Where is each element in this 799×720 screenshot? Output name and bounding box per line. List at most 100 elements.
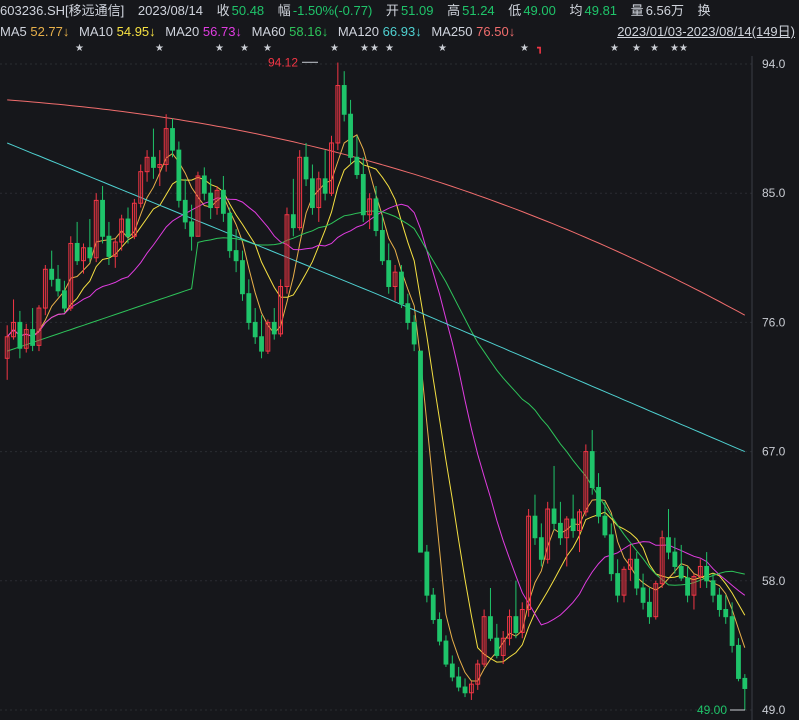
- stock-code[interactable]: 603236.SH[移远通信]: [0, 3, 124, 18]
- candle-body: [608, 534, 614, 575]
- candle: [348, 99, 353, 165]
- candle: [227, 207, 233, 258]
- candle-body: [615, 573, 621, 596]
- star-icon[interactable]: ★: [438, 42, 447, 56]
- star-icon[interactable]: ★: [155, 42, 164, 56]
- candle-body: [488, 616, 493, 639]
- candle: [354, 135, 360, 179]
- ma60-value: 58.16↓: [289, 24, 329, 39]
- candle: [647, 587, 652, 624]
- candle: [405, 293, 411, 330]
- candle: [697, 559, 703, 588]
- candle-body: [176, 149, 182, 201]
- candle: [259, 315, 264, 359]
- ma120-name[interactable]: MA120: [338, 24, 379, 39]
- candle-body: [716, 594, 722, 611]
- star-icon[interactable]: ★: [650, 42, 659, 56]
- candle-body: [443, 640, 449, 665]
- candle: [151, 128, 156, 179]
- candle: [297, 150, 303, 231]
- candle-body: [310, 178, 315, 209]
- candle: [666, 509, 671, 560]
- candle: [11, 299, 16, 340]
- candle: [640, 573, 646, 610]
- low-marker-label: 49.00: [697, 703, 727, 717]
- ma10-name[interactable]: MA10: [79, 24, 113, 39]
- candle: [545, 501, 551, 564]
- candle: [736, 638, 741, 682]
- candle-body: [220, 189, 226, 214]
- candle: [341, 71, 347, 122]
- candle: [704, 552, 710, 588]
- candle: [290, 178, 296, 237]
- ma60-name[interactable]: MA60: [252, 24, 286, 39]
- candle: [653, 580, 659, 620]
- candle-body: [74, 242, 80, 262]
- candle: [399, 264, 404, 309]
- star-icon[interactable]: ★: [370, 42, 379, 56]
- star-icon[interactable]: ★★: [670, 42, 688, 56]
- candle-body: [151, 156, 156, 168]
- candle-body: [17, 321, 23, 349]
- ma5-name[interactable]: MA5: [0, 24, 27, 39]
- candle: [93, 193, 99, 263]
- ma20-line: [6, 197, 746, 626]
- star-icon[interactable]: ★: [330, 42, 339, 56]
- candle: [189, 204, 194, 251]
- candle-body: [55, 278, 61, 292]
- candle-body: [494, 637, 500, 656]
- star-icon[interactable]: ★: [520, 42, 529, 56]
- candle-body: [729, 616, 735, 646]
- ma5-value: 52.77↓: [30, 24, 70, 39]
- candle: [252, 308, 258, 344]
- candle: [551, 465, 557, 531]
- low-label: 低: [508, 3, 522, 18]
- candle: [513, 580, 519, 639]
- candle: [468, 681, 474, 700]
- star-icon[interactable]: ★: [610, 42, 619, 56]
- avg-value: 49.81: [584, 3, 618, 18]
- candle-body: [437, 619, 442, 642]
- candle: [462, 678, 468, 698]
- candle: [68, 236, 74, 311]
- candle-body: [513, 616, 519, 633]
- candle-body: [558, 522, 563, 539]
- candle: [475, 659, 481, 690]
- low-value: 49.00: [523, 3, 556, 18]
- event-markers: ★ ★ ★ ★ ★ ★ ★ ★ ★ ★ ★ ┓ ★ ★ ★ ★★: [0, 42, 799, 56]
- candle-body: [271, 321, 277, 335]
- vol-label: 量: [630, 3, 644, 18]
- star-icon[interactable]: ★: [263, 42, 272, 56]
- star-icon[interactable]: ★: [75, 42, 84, 56]
- candlestick-chart[interactable]: 94.0 85.0 76.0 67.0 58.0 49.0 94.12 49.00: [0, 56, 799, 720]
- star-icon[interactable]: ★: [240, 42, 249, 56]
- candle: [138, 164, 144, 208]
- candle-body: [589, 451, 595, 488]
- star-icon[interactable]: ★: [360, 42, 369, 56]
- ma60-line: [7, 210, 745, 586]
- candle: [62, 280, 67, 313]
- candle-body: [449, 663, 455, 678]
- star-icon[interactable]: ★: [385, 42, 394, 56]
- candle: [742, 674, 748, 710]
- candle: [589, 430, 595, 495]
- candle: [481, 609, 487, 667]
- y-tick-label: 58.0: [762, 574, 786, 588]
- star-icon[interactable]: ★: [215, 42, 224, 56]
- candle: [443, 635, 449, 667]
- ma20-name[interactable]: MA20: [165, 24, 199, 39]
- candle: [100, 186, 105, 244]
- ma250-name[interactable]: MA250: [431, 24, 472, 39]
- star-icon[interactable]: ★: [632, 42, 641, 56]
- candle-body: [233, 250, 239, 262]
- candle: [214, 186, 220, 215]
- date-range[interactable]: 2023/01/03-2023/08/14(149日): [617, 22, 795, 42]
- candle-body: [704, 565, 710, 582]
- candle-body: [418, 350, 423, 553]
- candle-body: [710, 580, 716, 596]
- candle-body: [201, 175, 207, 194]
- candle: [335, 62, 341, 151]
- candle-body: [570, 518, 576, 532]
- flag-icon[interactable]: ┓: [537, 42, 543, 56]
- candle-body: [666, 537, 671, 553]
